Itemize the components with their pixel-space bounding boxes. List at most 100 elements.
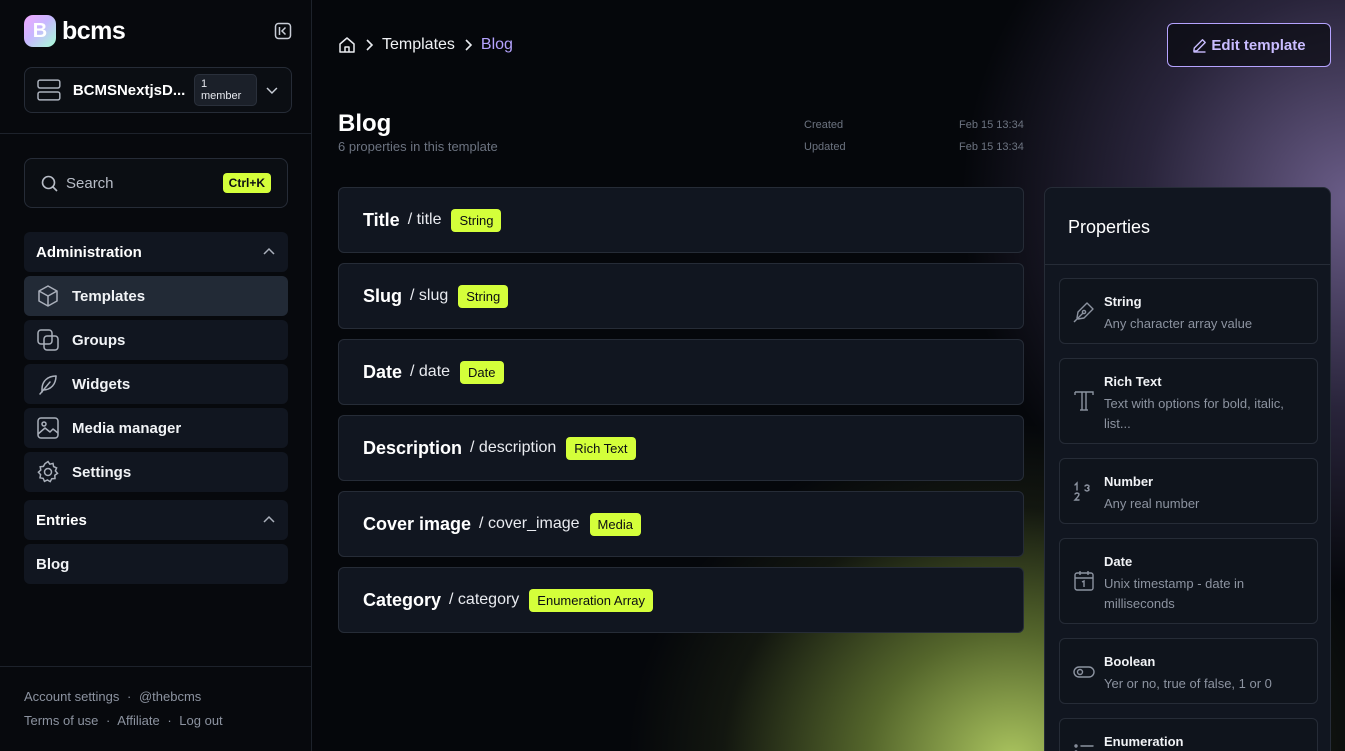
entries-section-toggle[interactable]: Entries [24,500,288,540]
footer-separator: · [127,689,132,704]
search-button[interactable]: Search Ctrl+K [24,158,288,208]
property-type-badge: Date [460,360,504,384]
entries-label: Entries [36,511,87,529]
edit-template-label: Edit template [1211,36,1306,54]
number-icon [1073,481,1090,501]
property-type-badge: String [451,208,502,232]
member-count-badge: 1 member [193,74,258,106]
property-key: / slug [410,287,449,304]
property-card-desc: Unix timestamp - date in milliseconds [1104,576,1245,611]
workspace-switcher[interactable]: BCMSNextjsD... 1 member [24,67,292,113]
footer-separator: · [106,713,111,728]
sidebar-item-groups[interactable]: Groups [24,320,288,360]
chevron-right-icon [465,39,473,51]
search-icon [41,175,58,192]
property-type-badge: String [458,284,509,308]
property-card-number[interactable]: Number Any real number [1059,458,1318,524]
administration-section-toggle[interactable]: Administration [24,232,288,272]
sidebar-item-settings[interactable]: Settings [24,452,288,492]
calendar-icon [1074,571,1094,591]
main-content: Templates Blog Edit template Blog 6 prop… [312,0,1345,751]
brand: B bcms [24,15,292,47]
property-card-boolean[interactable]: Boolean Yer or no, true of false, 1 or 0 [1059,638,1318,704]
property-card-desc: Any real number [1104,496,1200,511]
search-label: Search [66,174,114,192]
property-card-rich-text[interactable]: Rich Text Text with options for bold, it… [1059,358,1318,444]
sidebar-item-label: Settings [72,463,132,481]
toggle-icon [1073,666,1095,678]
breadcrumb-templates[interactable]: Templates [382,36,455,54]
property-card-name: Rich Text [1104,374,1162,389]
updated-label: Updated [804,141,846,153]
footer-line-2: Terms of use · Affiliate · Log out [24,713,223,728]
property-row-description[interactable]: Description / description Rich Text [338,415,1024,481]
sidebar-footer-divider [0,666,311,667]
logo-text: bcms [62,16,126,45]
property-card-enumeration[interactable]: Enumeration [1059,718,1318,751]
property-card-name: String [1104,294,1142,309]
pen-nib-icon [1073,302,1094,323]
property-row-date[interactable]: Date / date Date [338,339,1024,405]
cube-icon [36,284,60,308]
property-card-string[interactable]: String Any character array value [1059,278,1318,344]
terms-link[interactable]: Terms of use [24,713,98,728]
updated-value: Feb 15 13:34 [959,141,1024,153]
sidebar-item-label: Groups [72,331,126,349]
edit-template-button[interactable]: Edit template [1167,23,1331,67]
image-icon [36,416,60,440]
sidebar-item-label: Widgets [72,375,131,393]
property-row-title[interactable]: Title / title String [338,187,1024,253]
affiliate-link[interactable]: Affiliate [117,713,159,728]
property-label: Title [363,209,400,230]
sidebar-divider [0,133,311,134]
account-settings-link[interactable]: Account settings [24,689,119,704]
property-row-slug[interactable]: Slug / slug String [338,263,1024,329]
page-title: Blog [338,110,392,137]
list-icon [1074,744,1094,751]
property-type-badge: Rich Text [566,436,636,460]
administration-label: Administration [36,243,142,261]
footer-separator: · [167,713,172,728]
property-label: Description [363,437,463,458]
sidebar-item-label: Templates [72,287,146,305]
pencil-icon [1193,38,1207,53]
property-card-name: Boolean [1104,654,1156,669]
property-key: / description [470,439,557,456]
logo-mark[interactable]: B [24,15,56,47]
created-label: Created [804,119,844,131]
property-key: / category [449,591,520,608]
chevron-down-icon [266,87,278,95]
chevron-up-icon [263,247,275,255]
property-type-badge: Media [589,512,641,536]
property-key: / title [407,211,442,228]
property-card-name: Enumeration [1104,734,1184,749]
property-card-name: Date [1104,554,1133,569]
server-icon [37,79,61,101]
sidebar-item-widgets[interactable]: Widgets [24,364,288,404]
properties-panel-title: Properties [1068,217,1151,237]
gear-icon [36,460,60,484]
created-value: Feb 15 13:34 [959,119,1024,131]
rich-text-icon [1074,391,1094,411]
property-row-category[interactable]: Category / category Enumeration Array [338,567,1024,633]
property-card-desc: Yer or no, true of false, 1 or 0 [1104,676,1272,691]
property-label: Cover image [363,513,472,534]
property-row-cover-image[interactable]: Cover image / cover_image Media [338,491,1024,557]
home-icon[interactable] [338,36,356,54]
property-card-date[interactable]: Date Unix timestamp - date in millisecon… [1059,538,1318,624]
chevron-up-icon [263,515,275,523]
sidebar-item-label: Blog [36,555,70,573]
footer-line-1: Account settings · @thebcms [24,689,201,704]
logout-link[interactable]: Log out [179,713,222,728]
sidebar-item-media-manager[interactable]: Media manager [24,408,288,448]
sidebar-item-entry-blog[interactable]: Blog [24,544,288,584]
property-key: / cover_image [479,515,580,532]
properties-panel-divider [1045,264,1330,265]
collapse-sidebar-icon[interactable] [274,22,292,40]
properties-panel: Properties String Any character array va… [1044,187,1331,751]
workspace-name: BCMSNextjsD... [72,81,186,99]
sidebar: B bcms BCMSNextjsD... 1 member Search Ct… [0,0,312,751]
property-label: Category [363,589,442,610]
sidebar-item-templates[interactable]: Templates [24,276,288,316]
handle-link[interactable]: @thebcms [139,689,201,704]
